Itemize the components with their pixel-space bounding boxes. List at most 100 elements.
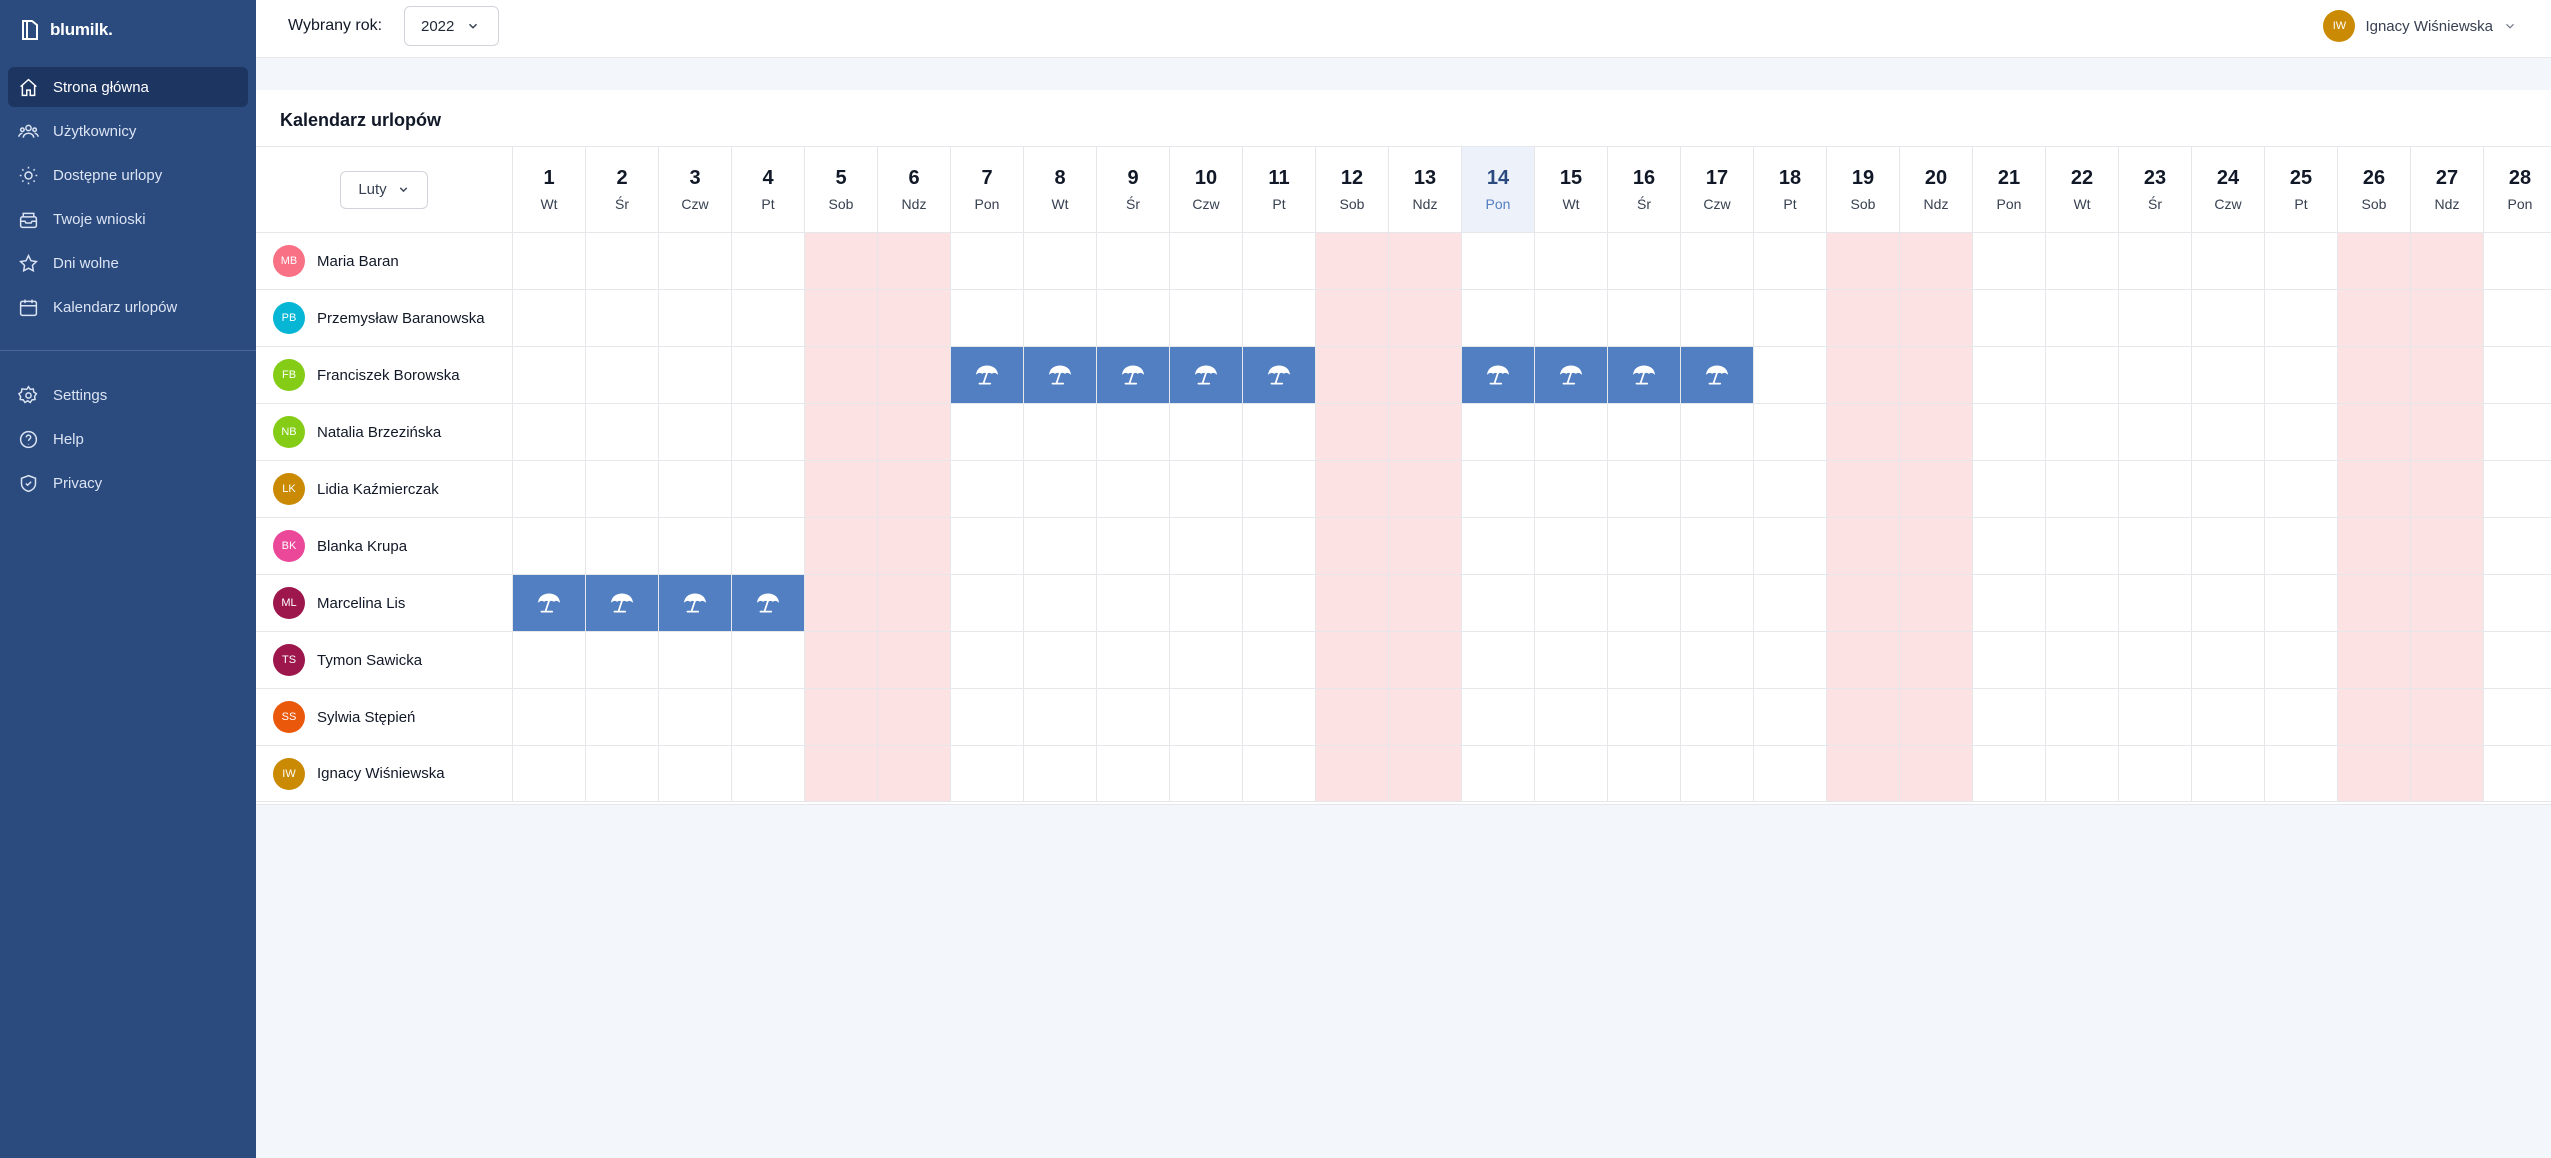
day-cell[interactable]: [2119, 346, 2192, 403]
day-cell[interactable]: [1097, 289, 1170, 346]
day-cell[interactable]: [2119, 517, 2192, 574]
day-cell[interactable]: [2119, 289, 2192, 346]
day-cell[interactable]: [2192, 289, 2265, 346]
day-cell[interactable]: [1024, 631, 1097, 688]
day-cell[interactable]: [1900, 688, 1973, 745]
day-cell[interactable]: [951, 745, 1024, 802]
day-cell[interactable]: [1462, 460, 1535, 517]
day-cell[interactable]: [2411, 346, 2484, 403]
day-cell[interactable]: [2119, 460, 2192, 517]
day-cell[interactable]: [2411, 232, 2484, 289]
sidebar-item-settings[interactable]: Settings: [8, 375, 248, 415]
day-cell[interactable]: [1243, 574, 1316, 631]
day-cell[interactable]: [2046, 574, 2119, 631]
day-cell[interactable]: [2192, 460, 2265, 517]
day-cell[interactable]: [951, 574, 1024, 631]
day-cell[interactable]: [805, 517, 878, 574]
day-cell[interactable]: [878, 631, 951, 688]
day-cell[interactable]: [586, 346, 659, 403]
day-cell[interactable]: [2411, 460, 2484, 517]
day-cell[interactable]: [1900, 403, 1973, 460]
sidebar-item-available-leave[interactable]: Dostępne urlopy: [8, 155, 248, 195]
day-cell[interactable]: [1754, 232, 1827, 289]
day-cell[interactable]: [2046, 631, 2119, 688]
day-cell[interactable]: [1170, 460, 1243, 517]
day-cell[interactable]: [1462, 232, 1535, 289]
day-cell[interactable]: [2192, 346, 2265, 403]
day-cell[interactable]: [1097, 745, 1170, 802]
day-cell[interactable]: [2338, 232, 2411, 289]
day-cell[interactable]: [2484, 574, 2551, 631]
day-cell[interactable]: [2265, 346, 2338, 403]
day-cell[interactable]: [1681, 574, 1754, 631]
day-cell[interactable]: [1170, 517, 1243, 574]
day-cell[interactable]: [1243, 403, 1316, 460]
day-cell[interactable]: [1973, 688, 2046, 745]
day-cell[interactable]: [732, 232, 805, 289]
day-cell[interactable]: [2411, 688, 2484, 745]
day-cell[interactable]: [1827, 517, 1900, 574]
day-cell[interactable]: [1024, 745, 1097, 802]
day-cell[interactable]: [878, 517, 951, 574]
day-cell[interactable]: [659, 460, 732, 517]
leave-day-cell[interactable]: [951, 346, 1024, 403]
day-cell[interactable]: [2338, 517, 2411, 574]
day-cell[interactable]: [513, 346, 586, 403]
day-cell[interactable]: [1681, 460, 1754, 517]
day-cell[interactable]: [951, 631, 1024, 688]
day-cell[interactable]: [1827, 574, 1900, 631]
day-cell[interactable]: [1973, 574, 2046, 631]
day-cell[interactable]: [513, 289, 586, 346]
day-cell[interactable]: [1389, 745, 1462, 802]
day-cell[interactable]: [1024, 289, 1097, 346]
day-cell[interactable]: [1316, 403, 1389, 460]
day-cell[interactable]: [1170, 289, 1243, 346]
day-cell[interactable]: [1608, 745, 1681, 802]
sidebar-item-calendar[interactable]: Kalendarz urlopów: [8, 287, 248, 327]
day-cell[interactable]: [951, 517, 1024, 574]
day-cell[interactable]: [1900, 745, 1973, 802]
day-cell[interactable]: [2411, 574, 2484, 631]
day-cell[interactable]: [1316, 460, 1389, 517]
day-cell[interactable]: [2411, 403, 2484, 460]
leave-day-cell[interactable]: [1097, 346, 1170, 403]
day-cell[interactable]: [1462, 289, 1535, 346]
leave-day-cell[interactable]: [1681, 346, 1754, 403]
day-cell[interactable]: [1973, 232, 2046, 289]
day-cell[interactable]: [2265, 631, 2338, 688]
day-cell[interactable]: [2192, 232, 2265, 289]
day-cell[interactable]: [2411, 631, 2484, 688]
year-select[interactable]: 2022: [404, 6, 499, 46]
day-cell[interactable]: [1243, 232, 1316, 289]
leave-day-cell[interactable]: [586, 574, 659, 631]
day-cell[interactable]: [1535, 232, 1608, 289]
day-cell[interactable]: [2338, 346, 2411, 403]
leave-day-cell[interactable]: [1608, 346, 1681, 403]
day-cell[interactable]: [1827, 232, 1900, 289]
day-cell[interactable]: [1608, 631, 1681, 688]
logo[interactable]: blumilk.: [20, 18, 113, 42]
day-cell[interactable]: [2046, 688, 2119, 745]
day-cell[interactable]: [1024, 403, 1097, 460]
day-cell[interactable]: [951, 688, 1024, 745]
day-cell[interactable]: [659, 688, 732, 745]
day-cell[interactable]: [2119, 403, 2192, 460]
day-cell[interactable]: [951, 232, 1024, 289]
day-cell[interactable]: [1389, 289, 1462, 346]
day-cell[interactable]: [1900, 517, 1973, 574]
day-cell[interactable]: [1316, 745, 1389, 802]
day-cell[interactable]: [1754, 403, 1827, 460]
day-cell[interactable]: [1097, 631, 1170, 688]
day-cell[interactable]: [1973, 346, 2046, 403]
day-cell[interactable]: [2046, 403, 2119, 460]
day-cell[interactable]: [805, 403, 878, 460]
day-cell[interactable]: [1462, 403, 1535, 460]
day-cell[interactable]: [1535, 688, 1608, 745]
day-cell[interactable]: [2484, 745, 2551, 802]
sidebar-item-help[interactable]: Help: [8, 419, 248, 459]
day-cell[interactable]: [1608, 403, 1681, 460]
day-cell[interactable]: [1024, 517, 1097, 574]
day-cell[interactable]: [1389, 346, 1462, 403]
day-cell[interactable]: [2119, 232, 2192, 289]
day-cell[interactable]: [586, 460, 659, 517]
